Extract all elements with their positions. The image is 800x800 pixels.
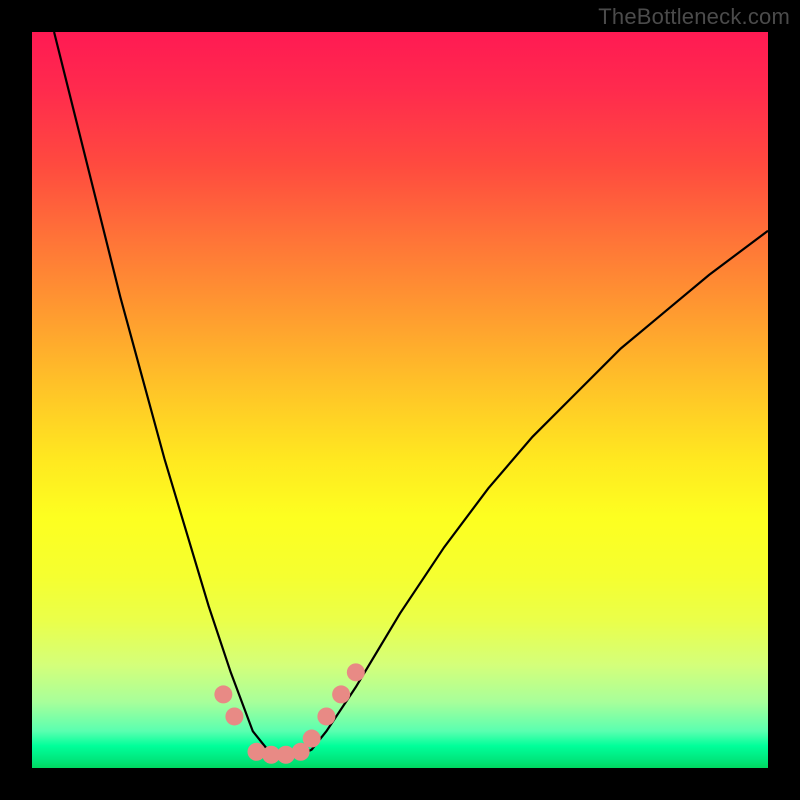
chart-frame: TheBottleneck.com bbox=[0, 0, 800, 800]
watermark-text: TheBottleneck.com bbox=[598, 4, 790, 30]
curve-markers bbox=[214, 663, 364, 763]
left-marker-1 bbox=[214, 685, 232, 703]
bottom-marker-4 bbox=[292, 743, 310, 761]
right-marker-4 bbox=[347, 663, 365, 681]
chart-svg bbox=[32, 32, 768, 768]
bottleneck-curve bbox=[54, 32, 768, 757]
chart-plot-area bbox=[32, 32, 768, 768]
right-marker-2 bbox=[317, 707, 335, 725]
right-marker-3 bbox=[332, 685, 350, 703]
left-marker-2 bbox=[225, 707, 243, 725]
